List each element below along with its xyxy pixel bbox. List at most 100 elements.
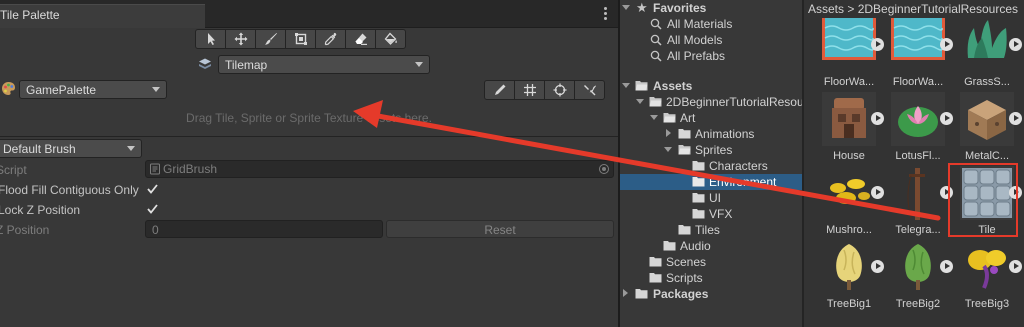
eraser-tool-button[interactable] xyxy=(345,29,376,49)
palette-settings-button[interactable] xyxy=(574,80,605,100)
folder-icon xyxy=(635,289,648,299)
select-tool-button[interactable] xyxy=(195,29,226,49)
expand-play-icon[interactable] xyxy=(1009,38,1022,51)
flood-fill-label: Flood Fill Contiguous Only xyxy=(0,183,139,197)
tree-folder[interactable]: Tiles xyxy=(620,222,802,238)
tree-folder[interactable]: VFX xyxy=(620,206,802,222)
asset-item[interactable]: GrassS... xyxy=(956,18,1022,88)
eraser-icon xyxy=(355,33,367,45)
folder-label: Audio xyxy=(680,239,711,253)
picker-tool-button[interactable] xyxy=(315,29,346,49)
tree-folder[interactable]: Art xyxy=(620,110,802,126)
folder-icon xyxy=(649,257,662,267)
expand-play-icon[interactable] xyxy=(1009,112,1022,125)
asset-item[interactable]: TreeBig2 xyxy=(887,240,953,310)
tree-folder[interactable]: 2DBeginnerTutorialResources xyxy=(620,94,802,110)
expand-play-icon[interactable] xyxy=(940,260,953,273)
folder-label: Animations xyxy=(695,127,755,141)
flood-fill-tool-button[interactable] xyxy=(375,29,406,49)
asset-item[interactable]: House xyxy=(818,92,884,162)
tree-folder[interactable]: Scripts xyxy=(620,270,802,286)
expand-arrow-icon xyxy=(664,147,672,152)
palette-edit-toolbar xyxy=(484,80,605,100)
folder-label: Sprites xyxy=(695,143,733,157)
expand-play-icon[interactable] xyxy=(871,260,884,273)
gizmo-toggle-button[interactable] xyxy=(544,80,575,100)
folder-label: Characters xyxy=(709,159,768,173)
folder-open-icon xyxy=(678,145,691,155)
expand-arrow-icon xyxy=(636,99,644,104)
search-icon xyxy=(650,50,662,62)
asset-item[interactable]: TreeBig3 xyxy=(956,240,1022,310)
chevron-down-icon xyxy=(415,61,423,67)
favorite-item[interactable]: All Models xyxy=(620,32,802,48)
asset-name: TreeBig1 xyxy=(826,298,872,310)
script-label: Script xyxy=(0,163,27,177)
floor-water-thumbnail xyxy=(822,18,884,72)
pencil-icon xyxy=(494,84,505,95)
tree-folder[interactable]: Characters xyxy=(620,158,802,174)
asset-item[interactable]: FloorWa... xyxy=(887,18,953,88)
tree-folder[interactable]: UI xyxy=(620,190,802,206)
asset-item[interactable]: MetalC... xyxy=(956,92,1022,162)
folder-icon xyxy=(692,209,705,219)
folder-label: UI xyxy=(709,191,721,205)
script-object-field[interactable]: GridBrush xyxy=(145,160,614,178)
z-position-field[interactable]: 0 xyxy=(145,220,383,238)
asset-name: FloorWa... xyxy=(892,76,944,88)
palette-row: GamePalette xyxy=(0,80,618,100)
metal-cube-thumbnail xyxy=(960,92,1022,146)
asset-item[interactable]: FloorWa... xyxy=(818,18,884,88)
expand-play-icon[interactable] xyxy=(940,112,953,125)
folder-icon xyxy=(649,273,662,283)
box-fill-tool-button[interactable] xyxy=(285,29,316,49)
breadcrumb-path: Assets > 2DBeginnerTutorialResources xyxy=(808,2,1018,16)
move-tool-button[interactable] xyxy=(225,29,256,49)
tree-folder-selected[interactable]: Environment xyxy=(620,174,802,190)
folder-label: Tiles xyxy=(695,223,720,237)
asset-item[interactable]: TreeBig1 xyxy=(818,240,884,310)
asset-item[interactable]: LotusFl... xyxy=(887,92,953,162)
tree-folder[interactable]: Animations xyxy=(620,126,802,142)
expand-play-icon[interactable] xyxy=(871,38,884,51)
lotus-flower-thumbnail xyxy=(891,92,953,146)
edit-palette-button[interactable] xyxy=(484,80,515,100)
lock-z-property-row: Lock Z Position xyxy=(0,200,618,220)
grid-toggle-button[interactable] xyxy=(514,80,545,100)
active-tilemap-dropdown[interactable]: Tilemap xyxy=(218,54,430,74)
expand-arrow-icon xyxy=(622,5,630,10)
flood-fill-checkbox[interactable] xyxy=(145,182,159,196)
favorite-item[interactable]: All Prefabs xyxy=(620,48,802,64)
tree-folder[interactable]: Scenes xyxy=(620,254,802,270)
chevron-down-icon xyxy=(152,87,160,92)
reset-button[interactable]: Reset xyxy=(386,220,614,238)
palette-dropdown[interactable]: GamePalette xyxy=(19,80,167,99)
palette-drop-zone[interactable]: Drag Tile, Sprite or Sprite Texture asse… xyxy=(0,101,618,135)
tile-palette-tab[interactable]: Tile Palette xyxy=(0,4,205,28)
lock-z-checkbox[interactable] xyxy=(145,202,159,216)
asset-item[interactable]: Telegra... xyxy=(887,166,953,236)
packages-root[interactable]: Packages xyxy=(620,286,802,302)
more-options-icon[interactable] xyxy=(604,7,608,21)
object-picker-icon[interactable] xyxy=(599,164,609,174)
favorite-item[interactable]: All Materials xyxy=(620,16,802,32)
assets-root[interactable]: Assets xyxy=(620,78,802,94)
star-icon: ★ xyxy=(636,0,648,15)
asset-item[interactable]: Mushro... xyxy=(818,166,884,236)
wrench-settings-icon xyxy=(583,85,596,96)
brush-dropdown[interactable]: Default Brush xyxy=(0,139,142,158)
active-tilemap-value: Tilemap xyxy=(225,57,268,72)
expand-play-icon[interactable] xyxy=(871,112,884,125)
favorite-label: All Models xyxy=(667,33,723,47)
window-tab-bar: Tile Palette xyxy=(0,0,618,28)
breadcrumb[interactable]: Assets > 2DBeginnerTutorialResources xyxy=(808,2,1018,16)
tree-folder[interactable]: Audio xyxy=(620,238,802,254)
expand-play-icon[interactable] xyxy=(940,38,953,51)
tree-folder[interactable]: Sprites xyxy=(620,142,802,158)
paint-brush-tool-button[interactable] xyxy=(255,29,286,49)
expand-play-icon[interactable] xyxy=(1009,260,1022,273)
expand-play-icon[interactable] xyxy=(871,186,884,199)
favorites-header[interactable]: ★ Favorites xyxy=(620,0,802,16)
favorite-label: All Prefabs xyxy=(667,49,726,63)
lock-z-label: Lock Z Position xyxy=(0,203,81,217)
